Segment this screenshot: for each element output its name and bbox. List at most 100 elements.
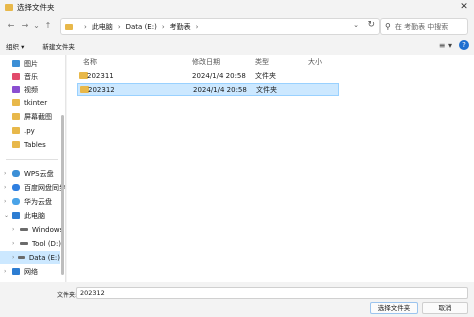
file-name: 202311 <box>87 71 114 80</box>
view-options-icon[interactable]: ≡ ▾ <box>439 41 452 50</box>
file-name: 202312 <box>88 85 115 94</box>
sidebar-item-label: 百度网盘同步 <box>24 183 66 192</box>
sidebar-item-label: 此电脑 <box>24 211 45 220</box>
sidebar-item-huawei-cloud[interactable]: › 华为云盘 <box>4 195 52 208</box>
sidebar-item-screenshots[interactable]: 屏幕截图 <box>12 110 52 123</box>
sidebar-item-music[interactable]: 音乐 ⊿ <box>12 70 38 83</box>
column-header-modified[interactable]: 修改日期 <box>192 57 220 67</box>
sidebar-item-data-e[interactable]: › Data (E:) <box>0 251 60 264</box>
new-folder-button[interactable]: 新建文件夹 <box>42 41 75 51</box>
table-row[interactable]: 202311 2024/1/4 20:58 文件夹 <box>77 69 339 82</box>
chevron-right-icon[interactable]: › <box>12 240 20 247</box>
sidebar-item-py[interactable]: .py <box>12 124 35 137</box>
chevron-right-icon[interactable]: › <box>4 170 12 177</box>
cloud-icon <box>12 170 20 177</box>
sidebar-item-label: Windows <box>32 225 64 234</box>
column-header-name[interactable]: 名称 <box>83 57 97 67</box>
drive-icon <box>20 228 28 231</box>
chevron-down-icon[interactable]: ⌄ <box>4 212 12 219</box>
sidebar-item-this-pc[interactable]: ⌄ 此电脑 <box>4 209 45 222</box>
select-folder-button[interactable]: 选择文件夹 <box>370 302 418 314</box>
file-type: 文件夹 <box>255 71 276 80</box>
column-header-size[interactable]: 大小 <box>308 57 322 67</box>
help-icon[interactable]: ? <box>459 40 469 50</box>
drive-icon <box>20 242 28 245</box>
breadcrumb-this-pc[interactable]: 此电脑 <box>92 22 113 32</box>
window-title: 选择文件夹 <box>17 2 55 12</box>
refresh-icon[interactable]: ↻ <box>367 20 375 30</box>
music-icon <box>12 73 20 80</box>
close-icon[interactable]: ✕ <box>458 1 470 13</box>
sidebar-item-label: 音乐 <box>24 72 38 81</box>
forward-icon[interactable]: → <box>18 19 32 33</box>
sidebar-item-label: 屏幕截图 <box>24 112 52 121</box>
footer: 文件夹: 202312 选择文件夹 取消 <box>0 282 474 317</box>
recent-dropdown-icon[interactable]: ⌄ <box>32 19 41 33</box>
column-header-type[interactable]: 类型 <box>255 57 269 67</box>
cloud-icon <box>12 198 20 205</box>
chevron-right-icon[interactable]: › <box>4 184 12 191</box>
video-icon <box>12 86 20 93</box>
scrollbar-thumb[interactable] <box>61 115 64 275</box>
chevron-right-icon[interactable]: › <box>4 268 12 275</box>
sidebar-item-label: 网络 <box>24 267 38 276</box>
divider <box>6 159 58 160</box>
chevron-right-icon[interactable]: › <box>118 23 121 31</box>
folder-icon <box>12 127 20 134</box>
drive-icon <box>18 256 25 259</box>
folder-name-label: 文件夹: <box>57 292 78 299</box>
folder-icon <box>12 141 20 148</box>
sidebar-item-label: 华为云盘 <box>24 197 52 206</box>
sidebar-item-label: WPS云盘 <box>24 169 54 178</box>
sidebar-item-network[interactable]: › 网络 <box>4 265 38 278</box>
chevron-right-icon[interactable]: › <box>4 198 12 205</box>
sidebar-item-label: tkinter <box>24 98 48 107</box>
folder-icon <box>12 113 20 120</box>
organize-button[interactable]: 组织 ▾ <box>6 41 24 51</box>
file-modified: 2024/1/4 20:58 <box>192 71 246 80</box>
chevron-right-icon[interactable]: › <box>84 23 87 31</box>
breadcrumb: › 此电脑 › Data (E:) › 考勤表 › <box>79 22 203 32</box>
sidebar-item-tool-d[interactable]: › Tool (D:) <box>12 237 61 250</box>
sidebar-item-label: Tables <box>24 140 46 149</box>
address-bar[interactable]: › 此电脑 › Data (E:) › 考勤表 › ⌄ ↻ <box>60 18 380 35</box>
sidebar-item-windows[interactable]: › Windows <box>12 223 63 236</box>
search-icon: ⚲ <box>385 22 391 31</box>
chevron-right-icon[interactable]: › <box>196 23 199 31</box>
command-bar: 组织 ▾ 新建文件夹 ≡ ▾ ? <box>0 38 474 54</box>
back-icon[interactable]: ← <box>4 19 18 33</box>
sidebar-scrollbar[interactable] <box>61 55 64 280</box>
sidebar-item-label: .py <box>24 126 35 135</box>
chevron-right-icon[interactable]: › <box>12 226 20 233</box>
sidebar-item-wps-cloud[interactable]: › WPS云盘 <box>4 167 54 180</box>
navigation-pane: 图片 ⊿ 音乐 ⊿ 视频 ⊿ tkinter 屏幕截图 .py Tables ›… <box>0 55 66 282</box>
computer-icon <box>12 212 20 219</box>
sidebar-item-label: 视频 <box>24 85 38 94</box>
search-placeholder[interactable]: 在 考勤表 中搜索 <box>395 22 448 32</box>
sidebar-item-video[interactable]: 视频 ⊿ <box>12 83 38 96</box>
file-type: 文件夹 <box>256 85 277 94</box>
folder-icon <box>65 23 73 30</box>
sidebar-item-baidu-sync[interactable]: › 百度网盘同步 <box>4 181 66 194</box>
chevron-right-icon[interactable]: › <box>162 23 165 31</box>
table-row[interactable]: 202312 2024/1/4 20:58 文件夹 <box>77 83 339 96</box>
pictures-icon <box>12 60 20 67</box>
network-icon <box>12 268 20 275</box>
sidebar-item-tables[interactable]: Tables <box>12 138 46 151</box>
file-list: 名称 修改日期 类型 大小 202311 2024/1/4 20:58 文件夹 … <box>67 55 474 282</box>
title-bar: 选择文件夹 ✕ <box>0 0 474 14</box>
sidebar-item-pictures[interactable]: 图片 ⊿ <box>12 57 38 70</box>
folder-icon <box>5 3 13 11</box>
navigation-bar: ← → ⌄ ↑ › 此电脑 › Data (E:) › 考勤表 › ⌄ ↻ ⚲ … <box>0 14 474 38</box>
breadcrumb-attendance[interactable]: 考勤表 <box>170 22 191 32</box>
up-icon[interactable]: ↑ <box>41 19 55 33</box>
address-dropdown-icon[interactable]: ⌄ <box>353 21 359 29</box>
folder-name-input[interactable]: 202312 <box>76 287 468 299</box>
sidebar-item-label: Tool (D:) <box>32 239 62 248</box>
search-box[interactable]: ⚲ 在 考勤表 中搜索 <box>380 18 468 35</box>
cancel-button[interactable]: 取消 <box>422 302 468 314</box>
sidebar-item-tkinter[interactable]: tkinter <box>12 96 47 109</box>
folder-icon <box>12 99 20 106</box>
breadcrumb-data-e[interactable]: Data (E:) <box>126 23 157 31</box>
file-modified: 2024/1/4 20:58 <box>193 85 247 94</box>
